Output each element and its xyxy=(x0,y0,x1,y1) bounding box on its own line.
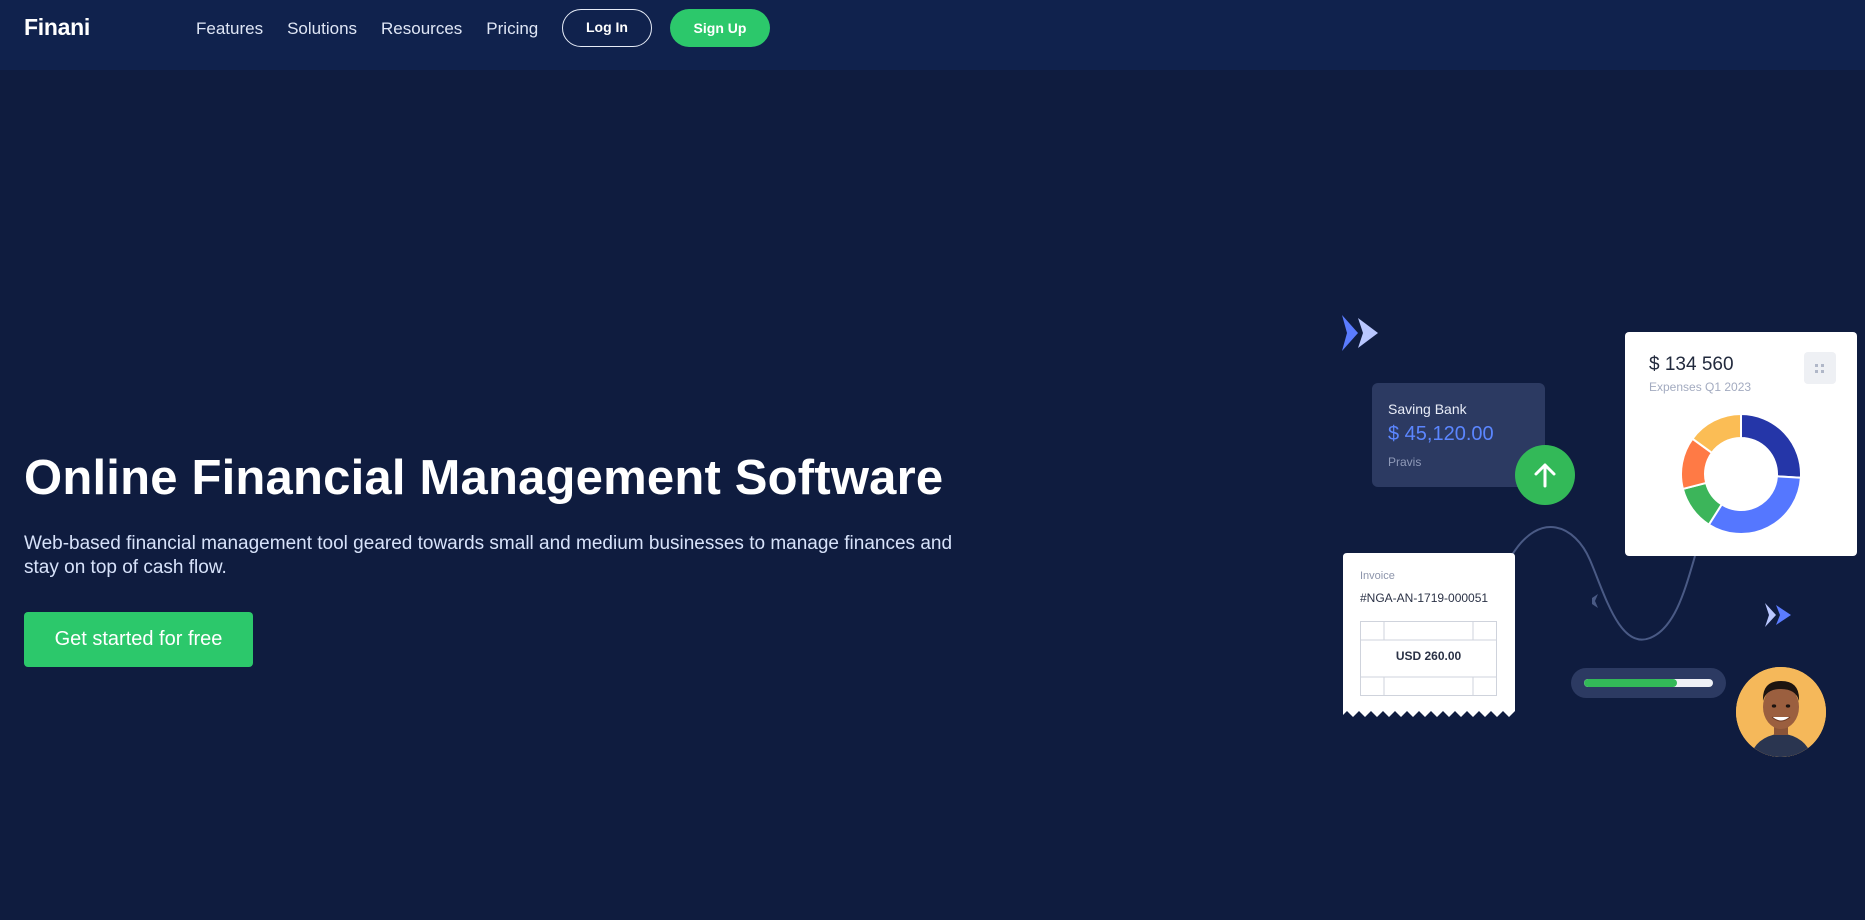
donut-segment xyxy=(1740,412,1802,479)
expenses-label: Expenses Q1 2023 xyxy=(1649,380,1752,394)
saving-card-title: Saving Bank xyxy=(1388,401,1467,417)
connector-curve xyxy=(1511,526,1696,641)
arrow-up-icon xyxy=(1515,445,1575,505)
progress-track xyxy=(1584,679,1713,687)
expenses-donut-chart xyxy=(1680,412,1802,535)
invoice-receipt: Invoice #NGA-AN-1719-000051 USD 260.00 xyxy=(1343,553,1515,723)
sparkle-icon-small xyxy=(1764,603,1792,627)
saving-card-name: Pravis xyxy=(1388,455,1422,469)
menu-dots-icon[interactable] xyxy=(1804,352,1836,384)
sparkle-icon xyxy=(1340,315,1380,351)
invoice-amount: USD 260.00 xyxy=(1395,649,1462,663)
progress-indicator xyxy=(1571,668,1726,698)
progress-fill xyxy=(1584,679,1677,687)
saving-card-amount: $ 45,120.00 xyxy=(1388,423,1494,445)
expenses-amount: $ 134 560 xyxy=(1649,354,1734,375)
avatar xyxy=(1736,667,1826,757)
donut-segment xyxy=(1707,475,1802,535)
invoice-label: Invoice xyxy=(1360,570,1395,582)
expenses-card: $ 134 560 Expenses Q1 2023 xyxy=(1625,332,1857,556)
invoice-number: #NGA-AN-1719-000051 xyxy=(1360,591,1489,605)
